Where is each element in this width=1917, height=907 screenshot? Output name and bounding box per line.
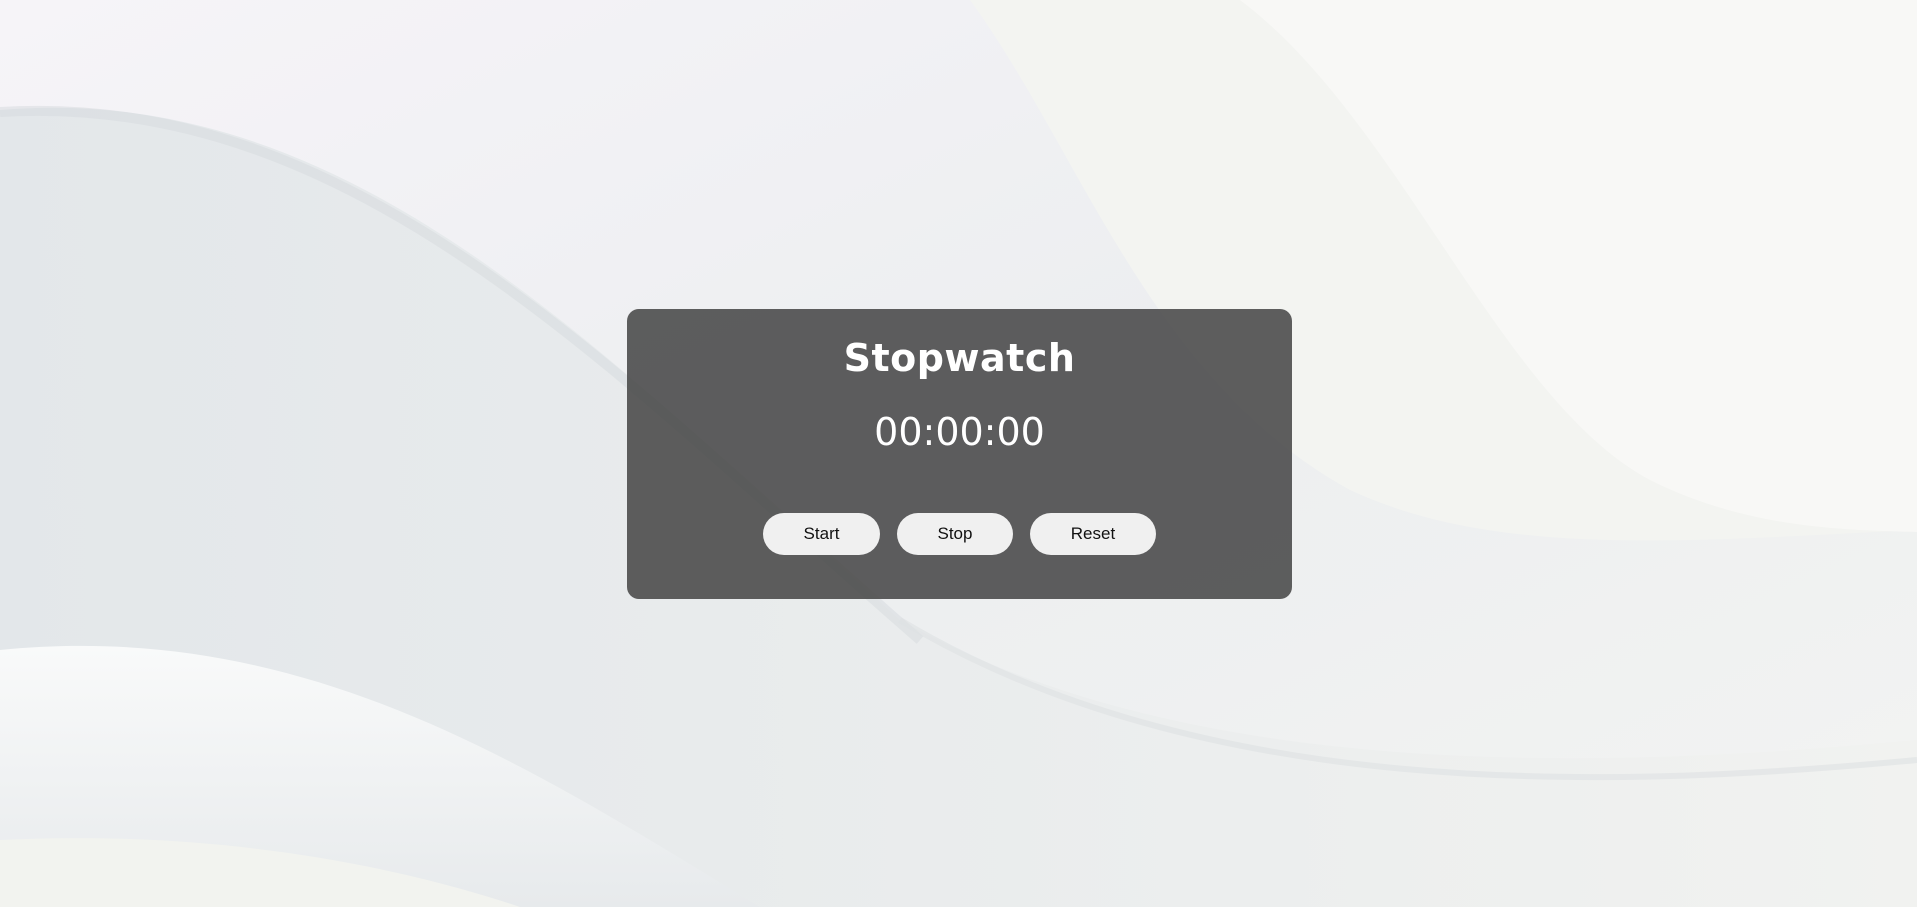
time-display: 00:00:00	[874, 410, 1045, 454]
reset-button[interactable]: Reset	[1030, 513, 1156, 555]
button-row: Start Stop Reset	[627, 513, 1292, 555]
stopwatch-card: Stopwatch 00:00:00 Start Stop Reset	[627, 309, 1292, 599]
start-button[interactable]: Start	[763, 513, 880, 555]
stopwatch-title: Stopwatch	[843, 336, 1076, 380]
stop-button[interactable]: Stop	[897, 513, 1013, 555]
